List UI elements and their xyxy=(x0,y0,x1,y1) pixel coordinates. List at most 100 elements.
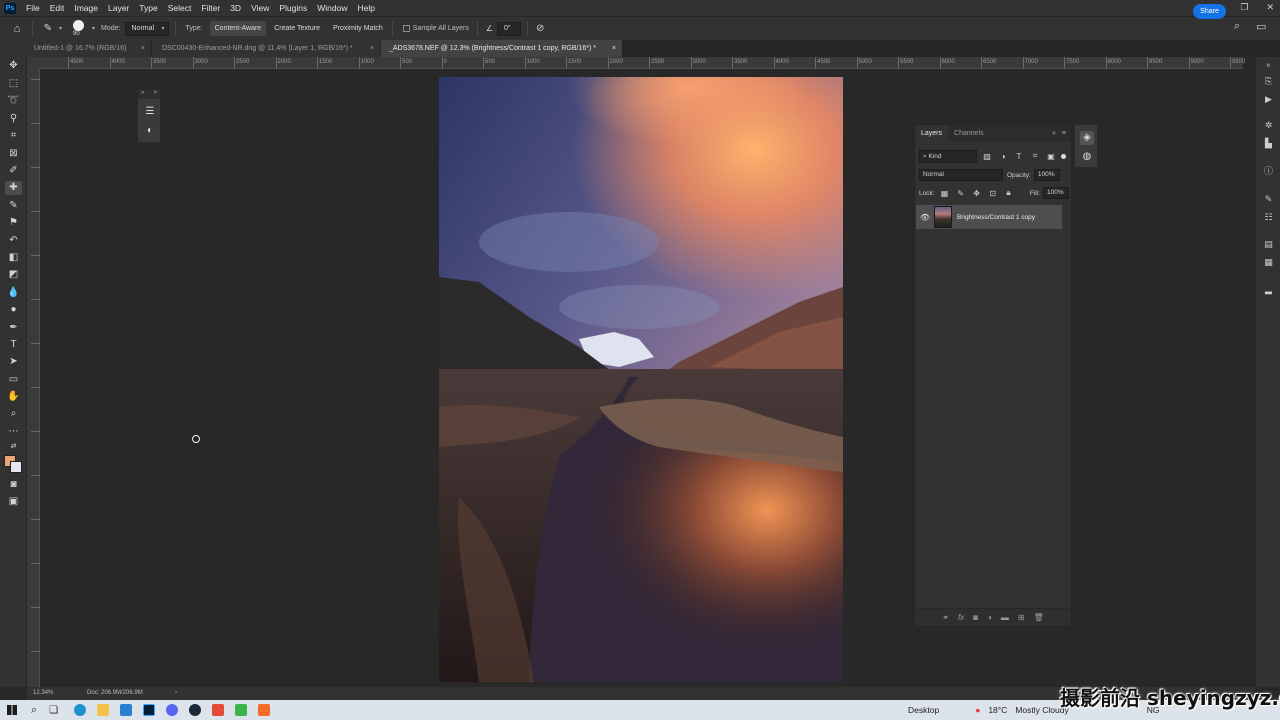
blend-mode-select[interactable]: Normal xyxy=(919,169,1003,181)
brush-preset-picker[interactable]: 90 xyxy=(68,19,92,39)
frame-tool-icon[interactable]: ⊠ xyxy=(5,147,22,161)
path-selection-tool-icon[interactable]: ➤ xyxy=(5,355,22,369)
color-icon[interactable]: ✲ xyxy=(1262,119,1275,132)
menu-plugins[interactable]: Plugins xyxy=(274,3,312,13)
filter-kind-select[interactable]: ⌕ Kind xyxy=(919,149,977,163)
workspace-icon[interactable]: ▭ xyxy=(1256,20,1266,33)
pixel-filter-icon[interactable]: ▨ xyxy=(981,152,993,161)
libraries-icon[interactable]: ▤ xyxy=(1262,238,1275,251)
background-color-swatch[interactable] xyxy=(10,461,22,473)
tab-layers[interactable]: Layers xyxy=(915,125,949,142)
chevron-down-icon[interactable]: ▾ xyxy=(92,25,95,32)
shape-filter-icon[interactable]: ⌗ xyxy=(1029,151,1041,161)
fx-icon[interactable]: fx xyxy=(958,613,964,622)
expand-panel-icon[interactable]: » xyxy=(141,90,144,96)
move-tool-icon[interactable]: ✥ xyxy=(5,59,22,73)
clone-stamp-tool-icon[interactable]: ⚑ xyxy=(5,216,22,230)
menu-select[interactable]: Select xyxy=(163,3,197,13)
expand-dock-icon[interactable]: « xyxy=(1262,59,1275,72)
menu-3d[interactable]: 3D xyxy=(225,3,246,13)
status-menu-arrow[interactable]: › xyxy=(175,690,177,696)
group-folder-icon[interactable]: ▬ xyxy=(1001,613,1009,622)
gradient-tool-icon[interactable]: ◩ xyxy=(5,268,22,282)
layer-name[interactable]: Brightness/Contrast 1 copy xyxy=(957,214,1035,221)
histogram-icon[interactable]: ▙ xyxy=(1262,137,1275,150)
mask-icon[interactable]: ◙ xyxy=(973,613,978,622)
visibility-eye-icon[interactable]: 👁︎ xyxy=(916,213,934,222)
blur-tool-icon[interactable]: 💧 xyxy=(5,286,22,300)
close-tab-icon[interactable]: × xyxy=(141,40,145,57)
screen-mode-icon[interactable]: ▣ xyxy=(5,495,22,509)
menu-help[interactable]: Help xyxy=(352,3,379,13)
panel-header[interactable]: » × xyxy=(138,90,160,99)
adjustments-dock-icon[interactable]: ☷ xyxy=(1262,211,1275,224)
more-tools-icon[interactable]: ⋯ xyxy=(5,425,22,439)
mode-select[interactable]: Normal ▾ xyxy=(124,21,169,36)
menu-type[interactable]: Type xyxy=(134,3,162,13)
adjustment-icon[interactable]: ◑ xyxy=(987,613,992,622)
rectangle-tool-icon[interactable]: ▭ xyxy=(5,373,22,387)
menu-view[interactable]: View xyxy=(246,3,274,13)
content-aware-button[interactable]: Content-Aware xyxy=(209,21,267,36)
notes-icon[interactable]: ▦ xyxy=(1262,256,1275,269)
close-window-button[interactable]: ✕ xyxy=(1266,2,1274,13)
adjustment-filter-icon[interactable]: ◑ xyxy=(997,152,1009,161)
menu-image[interactable]: Image xyxy=(69,3,103,13)
quick-mask-icon[interactable]: ◙ xyxy=(5,478,22,492)
app-icon-green[interactable] xyxy=(235,704,248,716)
eraser-tool-icon[interactable]: ◧ xyxy=(5,251,22,265)
pen-tool-icon[interactable]: ✒ xyxy=(5,321,22,335)
spot-healing-brush-tool-icon[interactable]: ✚ xyxy=(5,181,22,195)
weather-temp[interactable]: 18°C xyxy=(988,705,1007,715)
angle-field[interactable]: 0° xyxy=(497,21,521,36)
lock-position-icon[interactable]: ✥ xyxy=(971,189,983,198)
zoom-tool-icon[interactable]: ⌕ xyxy=(5,407,22,421)
type-filter-icon[interactable]: T xyxy=(1013,152,1025,161)
zoom-level[interactable]: 12.34% xyxy=(33,690,53,696)
plugins-icon[interactable]: ▂ xyxy=(1262,283,1275,296)
link-icon[interactable]: ⚭ xyxy=(942,613,949,622)
brush-settings-icon[interactable]: ✎ xyxy=(1262,193,1275,206)
menu-edit[interactable]: Edit xyxy=(45,3,70,13)
dodge-tool-icon[interactable]: ● xyxy=(5,303,22,317)
brightness-contrast-icon[interactable]: ◐ xyxy=(144,125,156,137)
lock-artboard-icon[interactable]: ⊡ xyxy=(987,189,999,198)
app-icon-red[interactable] xyxy=(212,704,225,716)
horizontal-ruler[interactable]: 4500 4000 3500 3000 2500 2000 1500 1000 500 0 500 1… xyxy=(40,57,1245,69)
actions-play-icon[interactable]: ▶ xyxy=(1262,93,1275,106)
close-tab-icon[interactable]: × xyxy=(370,40,374,57)
smart-object-filter-icon[interactable]: ▣ xyxy=(1045,152,1057,161)
close-tab-icon[interactable]: × xyxy=(612,40,616,57)
tab-channels[interactable]: Channels xyxy=(948,125,990,142)
vertical-ruler[interactable] xyxy=(27,69,40,687)
panel-menu-icon[interactable]: ≡ xyxy=(1062,130,1066,137)
photoshop-taskbar-icon[interactable] xyxy=(143,704,156,716)
task-view-icon[interactable]: ❏ xyxy=(49,705,58,716)
tool-preset-icon[interactable]: ✎ xyxy=(37,23,59,34)
marquee-tool-icon[interactable]: ⬚ xyxy=(5,77,22,91)
lock-transparent-icon[interactable]: ▦ xyxy=(939,189,951,198)
adjustments-icon[interactable]: ☰ xyxy=(144,106,156,118)
proximity-match-button[interactable]: Proximity Match xyxy=(328,21,388,36)
document-image[interactable] xyxy=(439,77,843,682)
tab-dsc00430[interactable]: DSC00430-Enhanced-NR.dng @ 11.4% (Layer … xyxy=(152,40,381,57)
windows-start-icon[interactable] xyxy=(7,705,17,715)
edge-browser-icon[interactable] xyxy=(74,704,87,716)
brush-tool-icon[interactable]: ✎ xyxy=(5,199,22,213)
menu-file[interactable]: File xyxy=(21,3,45,13)
menu-layer[interactable]: Layer xyxy=(103,3,134,13)
lock-all-icon[interactable]: 🔒︎ xyxy=(1003,188,1015,198)
create-texture-button[interactable]: Create Texture xyxy=(269,21,325,36)
layers-icon[interactable]: ◈ xyxy=(1080,131,1094,145)
info-icon[interactable]: ⓘ xyxy=(1262,165,1275,178)
lasso-tool-icon[interactable]: ➰ xyxy=(5,94,22,108)
crop-tool-icon[interactable]: ⌗ xyxy=(5,129,22,143)
collapse-icon[interactable]: » xyxy=(1052,130,1056,137)
home-icon[interactable]: ⌂ xyxy=(6,23,28,35)
swap-colors-icon[interactable]: ⇄ xyxy=(5,440,22,454)
app-icon-orange[interactable] xyxy=(258,704,271,716)
menu-window[interactable]: Window xyxy=(312,3,352,13)
tab-ads3678[interactable]: _ADS3678.NEF @ 12.3% (Brightness/Contras… xyxy=(381,40,623,57)
desktop-toolbar[interactable]: Desktop xyxy=(908,705,939,715)
opacity-field[interactable]: 100% xyxy=(1033,169,1060,181)
